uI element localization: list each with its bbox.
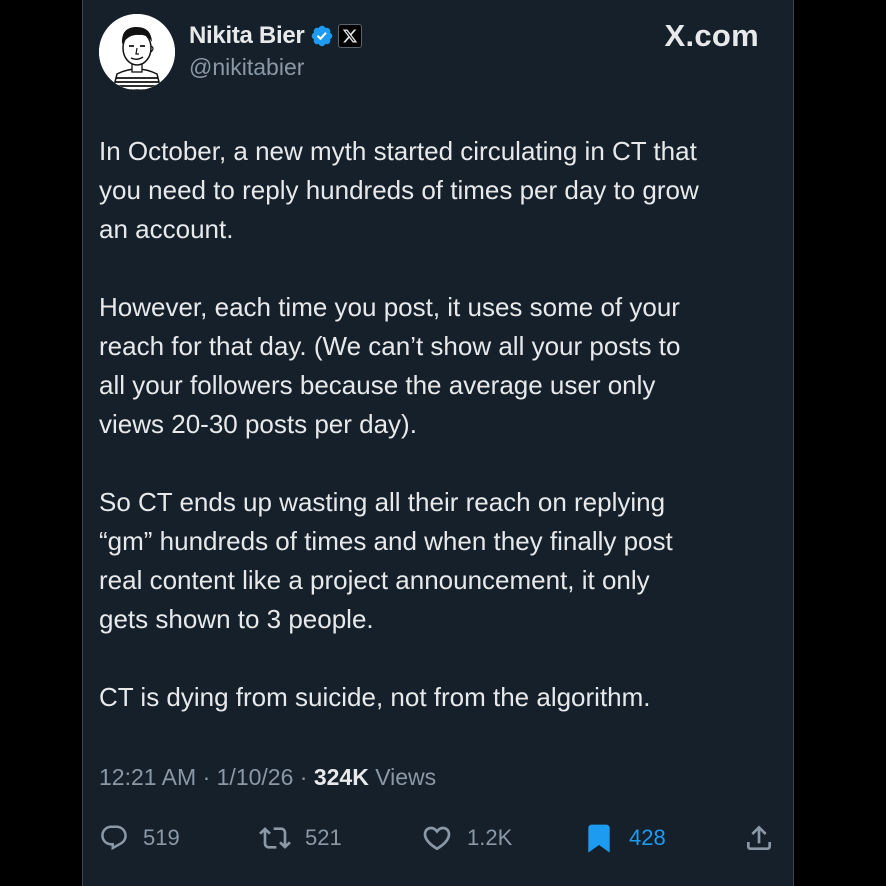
tweet-card: Nikita Bier @nikitabier X.com In October… [82,0,794,886]
share-icon [747,825,771,850]
meta-separator: · [293,764,314,790]
tweet-time[interactable]: 12:21 AM [99,764,196,790]
author-display-name[interactable]: Nikita Bier [189,22,305,50]
like-icon [423,826,451,851]
author-name-row: Nikita Bier [189,20,363,52]
bookmark-icon [588,824,610,853]
share-button[interactable] [743,818,775,858]
tweet-paragraph: In October, a new myth started circulati… [99,136,699,244]
x-logo-icon [338,24,363,48]
tweet-body: In October, a new myth started circulati… [99,132,779,756]
repost-count: 521 [305,825,342,850]
brand-watermark: X.com [664,18,759,53]
tweet-paragraph: CT is dying from suicide, not from the a… [99,682,651,712]
bookmark-button[interactable]: 428 [583,818,666,858]
like-count: 1.2K [467,825,513,850]
views-count[interactable]: 324K [314,764,369,790]
tweet-date[interactable]: 1/10/26 [217,764,294,790]
bookmark-count: 428 [629,825,666,850]
avatar[interactable] [99,14,175,90]
avatar-illustration [99,14,175,90]
verified-icon [312,25,333,47]
author-handle[interactable]: @nikitabier [189,54,304,81]
views-label: Views [368,764,437,790]
reply-icon [101,825,127,851]
like-button[interactable]: 1.2K [421,818,512,858]
tweet-paragraph: So CT ends up wasting all their reach on… [99,487,673,634]
tweet-paragraph: However, each time you post, it uses som… [99,292,681,439]
repost-button[interactable]: 521 [259,818,342,858]
reply-button[interactable]: 519 [99,818,180,858]
action-bar: 519 521 1.2K 428 [99,818,779,858]
meta-separator: · [196,764,217,790]
tweet-meta: 12:21 AM · 1/10/26 · 324K Views [99,764,436,791]
reply-count: 519 [143,825,180,850]
repost-icon [259,827,291,849]
